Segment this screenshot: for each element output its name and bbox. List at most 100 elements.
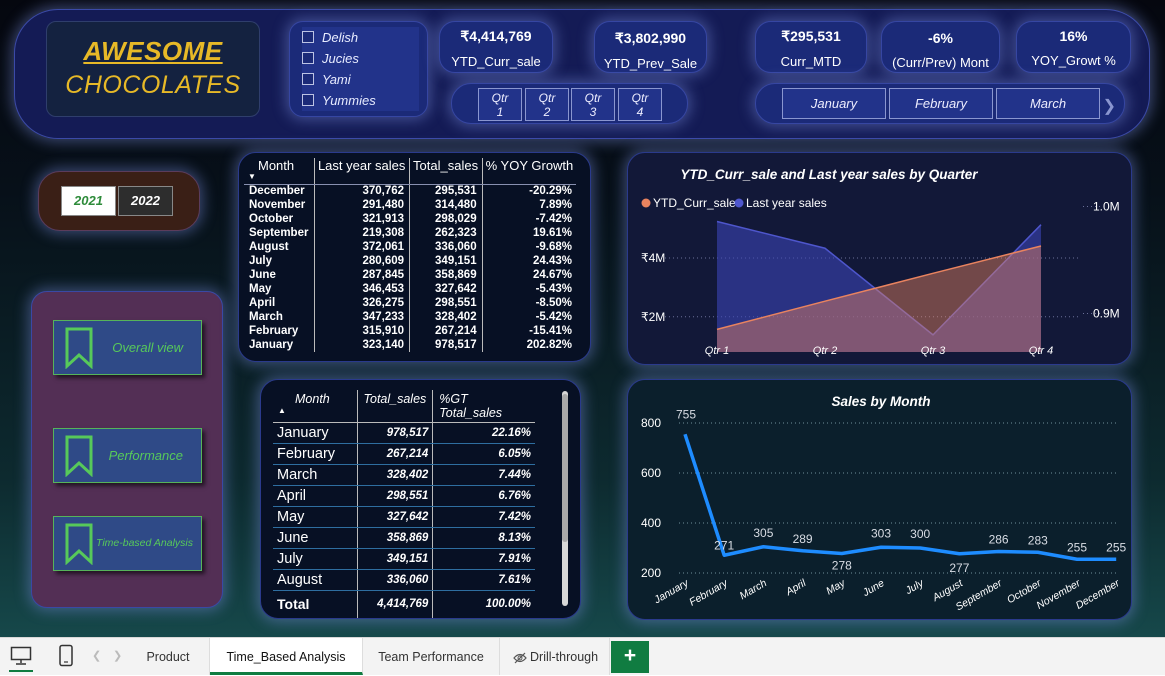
legend-swatch-last-year — [734, 198, 744, 208]
checkbox[interactable] — [302, 52, 314, 65]
table-cell: 291,480 — [314, 198, 411, 212]
col-header-month[interactable]: Month ▼ — [244, 158, 315, 184]
table-cell: -5.42% — [535, 311, 572, 323]
legend-label-ytd[interactable]: YTD_Curr_sale — [653, 196, 736, 210]
kpi-label: (Curr/Prev) Mont — [892, 55, 989, 70]
x-tick-label: January — [651, 577, 691, 607]
table-row[interactable]: September 219,308 262,323 19.61% — [244, 226, 577, 240]
chevron-right-icon[interactable]: ❯ — [1103, 96, 1116, 116]
slicer-item-jucies[interactable]: Jucies — [302, 48, 419, 69]
tab-drill-through[interactable]: Drill-through — [500, 638, 610, 675]
table-row[interactable]: February 315,910 267,214 -15.41% — [244, 324, 577, 338]
table-row[interactable]: June 287,845 358,869 24.67% — [244, 268, 577, 282]
active-view-indicator — [9, 670, 33, 672]
table-cell: -8.50% — [535, 297, 572, 309]
performance-button[interactable]: Performance — [53, 428, 202, 483]
table-cell: 327,642 — [409, 282, 483, 296]
month-slicer: January February March ❯ — [755, 83, 1125, 124]
table-row[interactable]: July 349,151 7.91% — [273, 548, 535, 570]
table-cell: January — [273, 422, 358, 444]
table-row[interactable]: November 291,480 314,480 7.89% — [244, 198, 577, 212]
table-cell: 262,323 — [409, 226, 483, 240]
table-row[interactable]: May 327,642 7.42% — [273, 506, 535, 528]
table-row[interactable]: May 346,453 327,642 -5.43% — [244, 282, 577, 296]
month-button-march[interactable]: March — [996, 88, 1100, 119]
kpi-yoy-growth: 16% YOY_Growt % — [1016, 21, 1131, 73]
tab-time-based-analysis[interactable]: Time_Based Analysis — [210, 638, 363, 675]
table-row[interactable]: July 280,609 349,151 24.43% — [244, 254, 577, 268]
nav-label: Time-based Analysis — [96, 537, 193, 549]
quarter-button-2[interactable]: Qtr 2 — [525, 88, 569, 121]
checkbox[interactable] — [302, 31, 314, 44]
slicer-item-yummies[interactable]: Yummies — [302, 90, 419, 111]
table-cell: 321,913 — [314, 212, 411, 226]
table-row[interactable]: August 372,061 336,060 -9.68% — [244, 240, 577, 254]
month-button-january[interactable]: January — [782, 88, 886, 119]
data-label: 289 — [793, 532, 813, 546]
slicer-label: Yami — [322, 71, 351, 87]
data-label: 300 — [910, 527, 930, 541]
quarter-button-3[interactable]: Qtr 3 — [571, 88, 615, 121]
col-header-total-sales[interactable]: Total_sales — [409, 158, 483, 184]
checkbox[interactable] — [302, 94, 314, 107]
table-row[interactable]: January 978,517 22.16% — [273, 422, 535, 444]
slicer-item-yami[interactable]: Yami — [302, 69, 419, 90]
table-cell: 336,060 — [409, 240, 483, 254]
col-header-total-sales[interactable]: Total_sales — [357, 390, 434, 423]
tab-product[interactable]: Product — [127, 638, 210, 675]
report-canvas: AWESOME CHOCOLATES Delish Jucies Yami Yu… — [0, 0, 1165, 637]
table-cell: 347,233 — [314, 310, 411, 324]
time-based-analysis-button[interactable]: Time-based Analysis — [53, 516, 202, 571]
scrollbar-thumb[interactable] — [562, 394, 568, 542]
nav-label: Overall view — [112, 340, 183, 355]
table-row[interactable]: April 298,551 6.76% — [273, 485, 535, 507]
table-cell: March — [244, 310, 315, 324]
col-header-gt-total-sales[interactable]: %GT Total_sales — [432, 390, 535, 423]
col-header-yoy-growth[interactable]: % YOY Growth — [482, 158, 577, 184]
chevron-left-icon[interactable]: ❮ — [92, 649, 101, 662]
chevron-right-icon[interactable]: ❯ — [113, 649, 122, 662]
total-cell: 100.00% — [485, 598, 531, 611]
add-page-button[interactable]: + — [611, 641, 649, 673]
table-row[interactable]: December 370,762 295,531 -20.29% — [244, 184, 577, 198]
table-cell: September — [244, 226, 315, 240]
x-tick-label: December — [1074, 577, 1122, 612]
sales-line[interactable] — [683, 433, 1117, 561]
table-cell: -20.29% — [529, 185, 572, 197]
col-header-last-year-sales[interactable]: Last year sales — [314, 158, 411, 184]
y-tick-label: ₹4M — [641, 251, 665, 265]
bookmark-icon — [65, 523, 93, 565]
legend-label-last-year[interactable]: Last year sales — [746, 196, 827, 210]
table-row[interactable]: June 358,869 8.13% — [273, 527, 535, 549]
data-label: 286 — [989, 533, 1009, 547]
table-row[interactable]: January 323,140 978,517 202.82% — [244, 338, 577, 352]
logo-line2: CHOCOLATES — [65, 71, 241, 99]
table-cell: 19.61% — [532, 227, 572, 239]
table-row[interactable]: March 328,402 7.44% — [273, 464, 535, 486]
col-header-month[interactable]: Month ▲ — [273, 390, 358, 423]
mobile-view-icon[interactable] — [58, 644, 74, 668]
year-button-2021[interactable]: 2021 — [61, 186, 116, 216]
table-cell: August — [244, 240, 315, 254]
quarter-button-1[interactable]: Qtr 1 — [478, 88, 522, 121]
table-cell: 202.82% — [526, 339, 572, 351]
tab-team-performance[interactable]: Team Performance — [363, 638, 500, 675]
checkbox[interactable] — [302, 73, 314, 86]
year-button-2022[interactable]: 2022 — [118, 186, 173, 216]
table-cell: June — [244, 268, 315, 282]
table-row[interactable]: March 347,233 328,402 -5.42% — [244, 310, 577, 324]
month-button-february[interactable]: February — [889, 88, 993, 119]
kpi-curr-prev-month: -6% (Curr/Prev) Mont — [881, 21, 1000, 73]
table-row[interactable]: April 326,275 298,551 -8.50% — [244, 296, 577, 310]
desktop-view-icon[interactable] — [10, 646, 32, 666]
table-cell: February — [273, 443, 358, 465]
table-header-row: Month ▲ Total_sales %GT Total_sales — [273, 390, 535, 423]
table-row[interactable]: February 267,214 6.05% — [273, 443, 535, 465]
quarter-button-4[interactable]: Qtr 4 — [618, 88, 662, 121]
table-row[interactable]: October 321,913 298,029 -7.42% — [244, 212, 577, 226]
x-tick-label: February — [687, 577, 730, 609]
data-label: 305 — [753, 526, 773, 540]
table-row[interactable]: August 336,060 7.61% — [273, 569, 535, 591]
overall-view-button[interactable]: Overall view — [53, 320, 202, 375]
slicer-item-delish[interactable]: Delish — [302, 27, 419, 48]
